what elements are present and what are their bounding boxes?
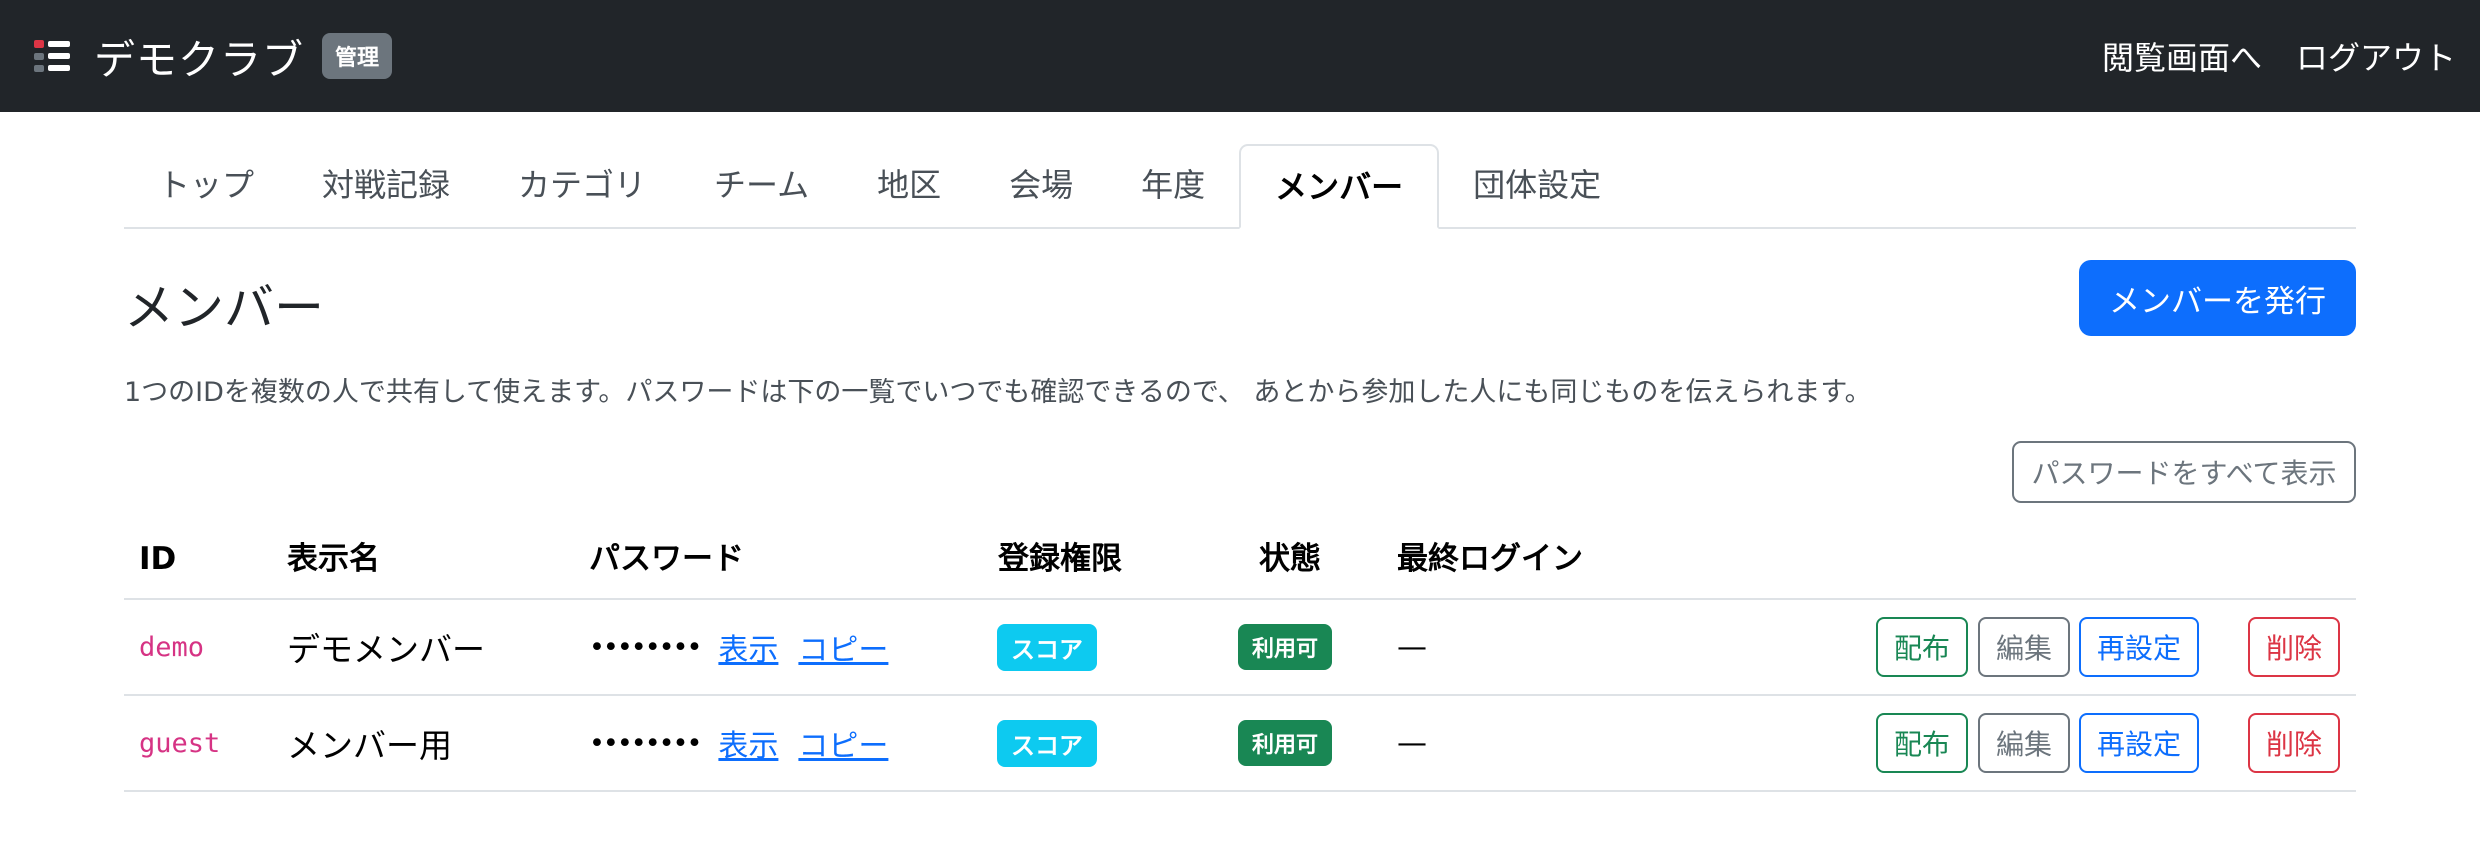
edit-button[interactable]: 編集 <box>1978 617 2070 677</box>
tab-districts[interactable]: 地区 <box>843 144 975 227</box>
show-password-link[interactable]: 表示 <box>718 625 778 669</box>
tab-venues[interactable]: 会場 <box>975 144 1107 227</box>
last-login-value: — <box>1397 725 1427 761</box>
permission-badge: スコア <box>997 623 1097 671</box>
app-logo-icon <box>32 36 72 76</box>
tab-organization-settings[interactable]: 団体設定 <box>1439 144 1635 227</box>
members-table: ID 表示名 パスワード 登録権限 状態 最終ログイン demo デモメンバー … <box>124 526 2356 792</box>
column-header-last-login: 最終ログイン <box>1397 541 1583 577</box>
logout-link[interactable]: ログアウト <box>2296 33 2456 79</box>
page-title: メンバー <box>124 279 324 337</box>
delete-button[interactable]: 削除 <box>2248 713 2340 773</box>
brand-name: デモクラブ <box>94 36 304 84</box>
tab-members[interactable]: メンバー <box>1239 144 1440 229</box>
tab-top[interactable]: トップ <box>124 144 288 227</box>
edit-button[interactable]: 編集 <box>1978 713 2070 773</box>
member-display-name: メンバー用 <box>287 726 452 765</box>
issue-member-button[interactable]: メンバーを発行 <box>2079 260 2356 336</box>
table-row: demo デモメンバー •••••••• 表示 コピー スコア 利用可 — 配布… <box>124 600 2356 696</box>
admin-badge: 管理 <box>322 33 393 79</box>
tab-teams[interactable]: チーム <box>680 144 843 227</box>
brand[interactable]: デモクラブ 管理 <box>32 26 393 86</box>
masked-password: •••••••• <box>589 631 702 663</box>
column-header-password: パスワード <box>589 541 744 577</box>
show-password-link[interactable]: 表示 <box>718 721 778 765</box>
page-description: 1つのIDを複数の人で共有して使えます。パスワードは下の一覧でいつでも確認できる… <box>124 377 1872 408</box>
table-header: ID 表示名 パスワード 登録権限 状態 最終ログイン <box>124 526 2356 600</box>
show-all-passwords-button[interactable]: パスワードをすべて表示 <box>2012 441 2356 503</box>
copy-password-link[interactable]: コピー <box>798 625 888 669</box>
reset-button[interactable]: 再設定 <box>2079 617 2199 677</box>
status-badge: 利用可 <box>1238 720 1333 766</box>
permission-badge: スコア <box>997 719 1097 767</box>
member-id: demo <box>139 631 205 663</box>
distribute-button[interactable]: 配布 <box>1876 713 1968 773</box>
distribute-button[interactable]: 配布 <box>1876 617 1968 677</box>
tab-match-records[interactable]: 対戦記録 <box>288 144 484 227</box>
copy-password-link[interactable]: コピー <box>798 721 888 765</box>
column-header-display-name: 表示名 <box>287 541 380 577</box>
member-display-name: デモメンバー <box>287 630 485 669</box>
status-badge: 利用可 <box>1238 624 1333 670</box>
last-login-value: — <box>1397 629 1427 665</box>
reset-button[interactable]: 再設定 <box>2079 713 2199 773</box>
column-header-status: 状態 <box>1259 541 1321 577</box>
table-row: guest メンバー用 •••••••• 表示 コピー スコア 利用可 — 配布… <box>124 696 2356 792</box>
view-page-link[interactable]: 閲覧画面へ <box>2102 33 2262 79</box>
member-id: guest <box>139 727 221 759</box>
masked-password: •••••••• <box>589 727 702 759</box>
column-header-permission: 登録権限 <box>998 541 1122 577</box>
admin-tabs: トップ 対戦記録 カテゴリ チーム 地区 会場 年度 メンバー 団体設定 <box>124 144 2356 229</box>
tab-years[interactable]: 年度 <box>1107 144 1239 227</box>
top-navbar: デモクラブ 管理 閲覧画面へ ログアウト <box>0 0 2480 112</box>
column-header-id: ID <box>139 541 177 577</box>
tab-categories[interactable]: カテゴリ <box>484 144 680 227</box>
delete-button[interactable]: 削除 <box>2248 617 2340 677</box>
